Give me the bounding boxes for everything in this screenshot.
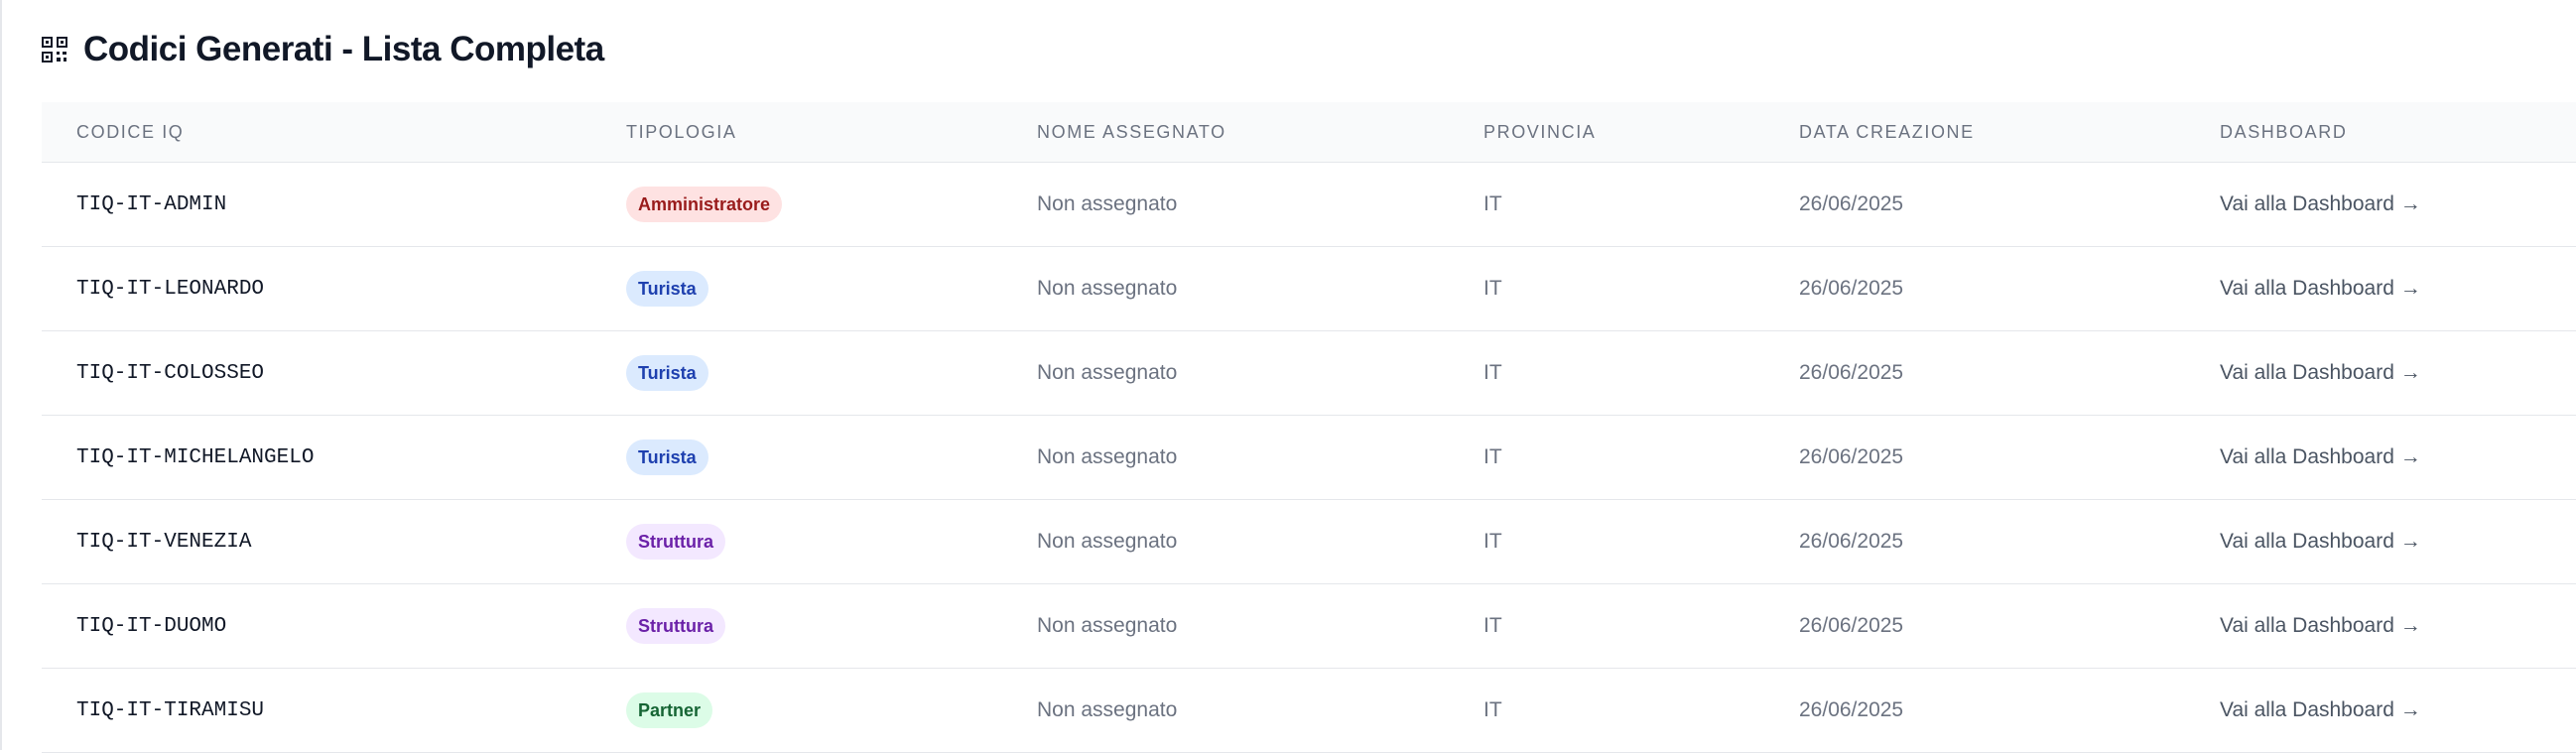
- table-row: TIQ-IT-MICHELANGELO Turista Non assegnat…: [42, 416, 2576, 500]
- dashboard-link[interactable]: Vai alla Dashboard →: [2220, 445, 2421, 469]
- assigned-name-cell: Non assegnato: [1037, 277, 1178, 300]
- table-row: TIQ-IT-TIRAMISU Partner Non assegnato IT…: [42, 669, 2576, 753]
- assigned-name-cell: Non assegnato: [1037, 361, 1178, 384]
- dashboard-link[interactable]: Vai alla Dashboard →: [2220, 614, 2421, 638]
- codes-table: CODICE IQ TIPOLOGIA NOME ASSEGNATO PROVI…: [42, 102, 2576, 753]
- date-cell: 26/06/2025: [1799, 530, 1904, 553]
- code-cell: TIQ-IT-LEONARDO: [76, 277, 265, 301]
- page-title: Codici Generati - Lista Completa: [83, 30, 604, 68]
- assigned-name-cell: Non assegnato: [1037, 614, 1178, 637]
- type-badge: Turista: [626, 271, 708, 307]
- assigned-name-cell: Non assegnato: [1037, 698, 1178, 721]
- column-header-dashboard[interactable]: DASHBOARD: [2220, 102, 2347, 162]
- table-row: TIQ-IT-VENEZIA Struttura Non assegnato I…: [42, 500, 2576, 584]
- province-cell: IT: [1483, 277, 1502, 300]
- assigned-name-cell: Non assegnato: [1037, 530, 1178, 553]
- province-cell: IT: [1483, 192, 1502, 215]
- dashboard-link[interactable]: Vai alla Dashboard →: [2220, 361, 2421, 385]
- table-row: TIQ-IT-ADMIN Amministratore Non assegnat…: [42, 163, 2576, 247]
- dashboard-link[interactable]: Vai alla Dashboard →: [2220, 277, 2421, 301]
- assigned-name-cell: Non assegnato: [1037, 192, 1178, 215]
- column-header-nome[interactable]: NOME ASSEGNATO: [1037, 102, 1226, 162]
- code-cell: TIQ-IT-COLOSSEO: [76, 361, 265, 385]
- province-cell: IT: [1483, 361, 1502, 384]
- qr-code-icon: [42, 37, 67, 63]
- province-cell: IT: [1483, 614, 1502, 637]
- column-header-codice[interactable]: CODICE IQ: [76, 102, 184, 162]
- title-row: Codici Generati - Lista Completa: [42, 26, 604, 73]
- date-cell: 26/06/2025: [1799, 361, 1904, 384]
- dashboard-link[interactable]: Vai alla Dashboard →: [2220, 192, 2421, 216]
- code-cell: TIQ-IT-TIRAMISU: [76, 698, 265, 722]
- code-cell: TIQ-IT-MICHELANGELO: [76, 445, 315, 469]
- date-cell: 26/06/2025: [1799, 277, 1904, 300]
- code-cell: TIQ-IT-VENEZIA: [76, 530, 252, 554]
- column-header-data[interactable]: DATA CREAZIONE: [1799, 102, 1975, 162]
- table-row: TIQ-IT-COLOSSEO Turista Non assegnato IT…: [42, 331, 2576, 416]
- province-cell: IT: [1483, 445, 1502, 468]
- table-header: CODICE IQ TIPOLOGIA NOME ASSEGNATO PROVI…: [42, 102, 2576, 163]
- assigned-name-cell: Non assegnato: [1037, 445, 1178, 468]
- type-badge: Turista: [626, 355, 708, 391]
- dashboard-link[interactable]: Vai alla Dashboard →: [2220, 530, 2421, 554]
- type-badge: Struttura: [626, 608, 725, 644]
- table-row: TIQ-IT-DUOMO Struttura Non assegnato IT …: [42, 584, 2576, 669]
- province-cell: IT: [1483, 530, 1502, 553]
- type-badge: Amministratore: [626, 187, 783, 222]
- codes-card: Codici Generati - Lista Completa CODICE …: [0, 0, 2576, 753]
- date-cell: 26/06/2025: [1799, 698, 1904, 721]
- type-badge: Partner: [626, 692, 713, 728]
- code-cell: TIQ-IT-DUOMO: [76, 614, 227, 638]
- type-badge: Turista: [626, 439, 708, 475]
- date-cell: 26/06/2025: [1799, 445, 1904, 468]
- code-cell: TIQ-IT-ADMIN: [76, 192, 227, 216]
- province-cell: IT: [1483, 698, 1502, 721]
- column-header-tipologia[interactable]: TIPOLOGIA: [626, 102, 736, 162]
- dashboard-link[interactable]: Vai alla Dashboard →: [2220, 698, 2421, 722]
- table-row: TIQ-IT-LEONARDO Turista Non assegnato IT…: [42, 247, 2576, 331]
- date-cell: 26/06/2025: [1799, 192, 1904, 215]
- column-header-provincia[interactable]: PROVINCIA: [1483, 102, 1596, 162]
- date-cell: 26/06/2025: [1799, 614, 1904, 637]
- type-badge: Struttura: [626, 524, 725, 560]
